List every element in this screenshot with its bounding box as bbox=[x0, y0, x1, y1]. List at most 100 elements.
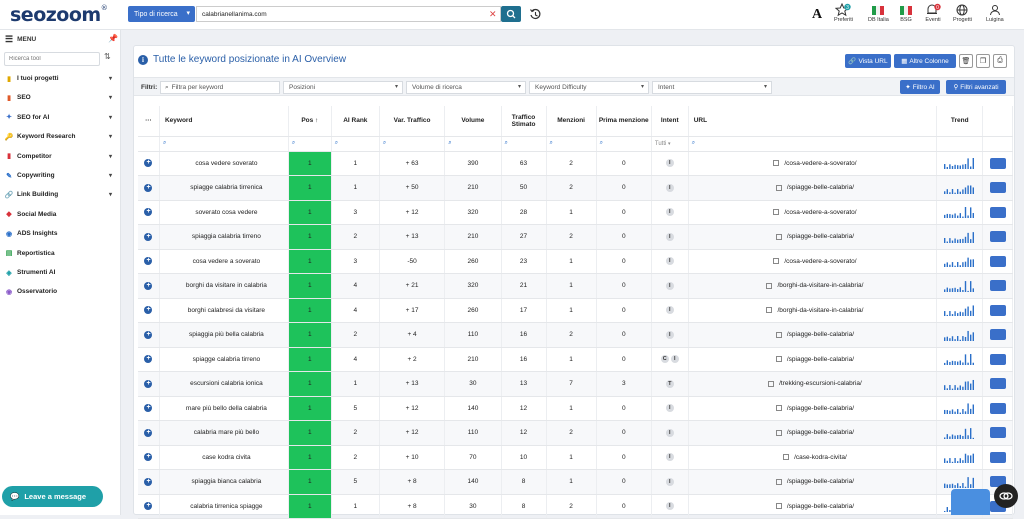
copy-icon[interactable]: ❐ bbox=[976, 54, 990, 68]
keyword-link[interactable]: cosa vedere a soverato bbox=[159, 249, 289, 274]
external-link-icon[interactable] bbox=[783, 454, 790, 461]
domain-search-input[interactable] bbox=[196, 6, 501, 22]
row-menu-button[interactable] bbox=[989, 255, 1006, 267]
sidebar-item-keyword-research[interactable]: 🔑 Keyword Research ▾ bbox=[4, 128, 116, 145]
search-url-cell[interactable]: ⌕ bbox=[688, 136, 938, 152]
url-link[interactable]: /spiagge-belle-calabria/ bbox=[787, 405, 854, 412]
tool-search-input[interactable] bbox=[4, 52, 100, 66]
intent-filter-select[interactable]: Tutti ▾ bbox=[651, 136, 689, 152]
url-link[interactable]: /spiagge-belle-calabria/ bbox=[787, 331, 854, 338]
external-link-icon[interactable] bbox=[768, 380, 775, 387]
pin-icon[interactable]: 📌 bbox=[108, 34, 118, 43]
intent-select[interactable]: Intent ▾ bbox=[652, 81, 772, 94]
keyword-link[interactable]: escursioni calabria ionica bbox=[159, 371, 289, 397]
user-item[interactable]: Luigina bbox=[986, 3, 1004, 23]
volume-select[interactable]: Volume di ricerca ▾ bbox=[406, 81, 526, 94]
search-button[interactable] bbox=[501, 6, 521, 22]
projects-item[interactable]: Progetti bbox=[953, 3, 972, 23]
url-link[interactable]: /spiagge-belle-calabria/ bbox=[787, 429, 854, 436]
row-menu-button[interactable] bbox=[989, 206, 1006, 218]
sidebar-item-osservatorio[interactable]: ◉ Osservatorio bbox=[4, 283, 116, 300]
row-menu-button[interactable] bbox=[989, 378, 1006, 390]
search-pos-cell[interactable]: ⌕ bbox=[288, 136, 332, 152]
plus-icon[interactable]: + bbox=[144, 232, 153, 241]
plus-icon[interactable]: + bbox=[144, 306, 153, 315]
plus-icon[interactable]: + bbox=[144, 453, 153, 462]
url-link[interactable]: /spiagge-belle-calabria/ bbox=[787, 478, 854, 485]
header-prima-menzione[interactable]: Prima menzione bbox=[596, 106, 652, 137]
external-link-icon[interactable] bbox=[775, 331, 782, 338]
external-link-icon[interactable] bbox=[775, 233, 782, 240]
url-link[interactable]: /spiagge-belle-calabria/ bbox=[787, 356, 854, 363]
export-icon[interactable]: ⎙ bbox=[993, 54, 1007, 68]
search-type-dropdown[interactable]: Tipo di ricerca ▾ bbox=[128, 6, 195, 22]
external-link-icon[interactable] bbox=[775, 503, 782, 510]
plus-icon[interactable]: + bbox=[144, 257, 153, 266]
row-menu-button[interactable] bbox=[989, 231, 1006, 243]
external-link-icon[interactable] bbox=[773, 160, 780, 167]
plus-icon[interactable]: + bbox=[144, 428, 153, 437]
url-link[interactable]: /case-kodra-civita/ bbox=[794, 454, 847, 461]
external-link-icon[interactable] bbox=[773, 209, 780, 216]
url-link[interactable]: /cosa-vedere-a-soverato/ bbox=[784, 160, 856, 167]
sidebar-item-competitor[interactable]: ▮ Competitor ▾ bbox=[4, 148, 116, 165]
url-link[interactable]: /spiagge-belle-calabria/ bbox=[787, 503, 854, 510]
header-pos[interactable]: Pos ↑ bbox=[288, 106, 332, 137]
row-menu-button[interactable] bbox=[989, 157, 1006, 169]
keyword-link[interactable]: borghi calabresi da visitare bbox=[159, 298, 289, 323]
row-menu-button[interactable] bbox=[989, 182, 1006, 194]
plus-icon[interactable]: + bbox=[144, 159, 153, 168]
sidebar-item-seo[interactable]: ▮ SEO ▾ bbox=[4, 89, 116, 106]
row-menu-button[interactable] bbox=[989, 353, 1006, 365]
chat-icon[interactable] bbox=[994, 484, 1018, 508]
clear-icon[interactable]: ✕ bbox=[489, 6, 497, 22]
sidebar-item-copywriting[interactable]: ✎ Copywriting ▾ bbox=[4, 167, 116, 184]
url-link[interactable]: /borghi-da-visitare-in-calabria/ bbox=[777, 282, 863, 289]
external-link-icon[interactable] bbox=[766, 307, 773, 314]
plus-icon[interactable]: + bbox=[144, 502, 153, 511]
sidebar-item-ads-insights[interactable]: ◉ ADS Insights bbox=[4, 225, 116, 242]
sidebar-item-reportistica[interactable]: ▤ Reportistica bbox=[4, 245, 116, 262]
plus-icon[interactable]: + bbox=[144, 379, 153, 388]
column-menu-icon[interactable]: ··· bbox=[138, 106, 160, 137]
row-menu-button[interactable] bbox=[989, 451, 1006, 463]
keyword-link[interactable]: calabria mare più bello bbox=[159, 420, 289, 446]
keyword-link[interactable]: mare più bello della calabria bbox=[159, 396, 289, 421]
url-link[interactable]: /cosa-vedere-a-soverato/ bbox=[784, 258, 856, 265]
plus-icon[interactable]: + bbox=[144, 281, 153, 290]
sidebar-item-seo-for-ai[interactable]: ✦ SEO for AI ▾ bbox=[4, 109, 116, 126]
external-link-icon[interactable] bbox=[775, 429, 782, 436]
header-intent[interactable]: Intent bbox=[651, 106, 689, 137]
external-link-icon[interactable] bbox=[775, 405, 782, 412]
filtri-avanzati-button[interactable]: ⚲ Filtri avanzati bbox=[946, 80, 1006, 94]
plus-icon[interactable]: + bbox=[144, 404, 153, 413]
search-ai-rank-cell[interactable]: ⌕ bbox=[331, 136, 380, 152]
keyword-link[interactable]: spiaggia più bella calabria bbox=[159, 322, 289, 348]
url-link[interactable]: /trekking-escursioni-calabria/ bbox=[779, 380, 862, 387]
db-italia-item[interactable]: DB Italia bbox=[868, 3, 889, 23]
row-menu-button[interactable] bbox=[989, 280, 1006, 292]
url-link[interactable]: /borghi-da-visitare-in-calabria/ bbox=[777, 307, 863, 314]
filtro-ai-button[interactable]: ✦ Filtro AI bbox=[900, 80, 940, 94]
keyword-link[interactable]: case kodra civita bbox=[159, 445, 289, 470]
plus-icon[interactable]: + bbox=[144, 183, 153, 192]
header-url[interactable]: URL bbox=[688, 106, 938, 137]
keyword-link[interactable]: soverato cosa vedere bbox=[159, 200, 289, 225]
header-ai-rank[interactable]: AI Rank bbox=[331, 106, 380, 137]
keyword-link[interactable]: spiaggia bianca calabria bbox=[159, 469, 289, 495]
row-menu-button[interactable] bbox=[989, 304, 1006, 316]
keyword-link[interactable]: spiagge calabria tirrenica bbox=[159, 175, 289, 201]
plus-icon[interactable]: + bbox=[144, 477, 153, 486]
seozoom-logo[interactable]: seozoom® bbox=[10, 4, 108, 26]
leave-message-button[interactable]: 💬 Leave a message bbox=[2, 486, 103, 507]
search-traffico-cell[interactable]: ⌕ bbox=[501, 136, 547, 152]
sidebar-item-strumenti-ai[interactable]: ◈ Strumenti AI bbox=[4, 264, 116, 281]
url-link[interactable]: /cosa-vedere-a-soverato/ bbox=[784, 209, 856, 216]
plus-icon[interactable]: + bbox=[144, 355, 153, 364]
plus-icon[interactable]: + bbox=[144, 208, 153, 217]
search-menzioni-cell[interactable]: ⌕ bbox=[546, 136, 597, 152]
bsg-item[interactable]: BSG bbox=[900, 3, 912, 23]
info-icon[interactable]: i bbox=[138, 54, 148, 65]
external-link-icon[interactable] bbox=[773, 258, 780, 265]
header-var-traffico[interactable]: Var. Traffico bbox=[379, 106, 446, 137]
